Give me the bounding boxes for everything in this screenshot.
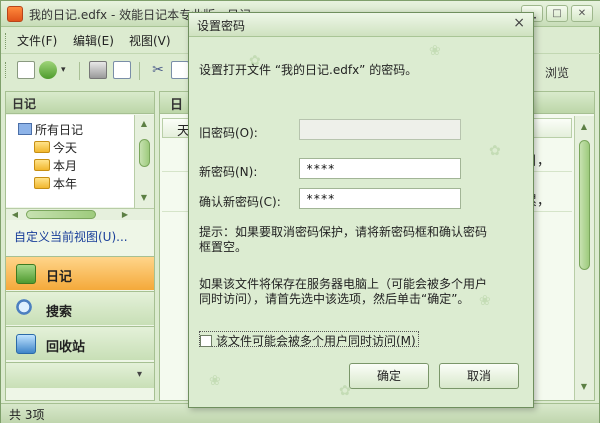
close-icon[interactable]: ✕ bbox=[571, 5, 593, 22]
old-password-field[interactable] bbox=[299, 119, 461, 140]
scroll-right-icon[interactable]: ▶ bbox=[118, 208, 132, 222]
dialog-title: 设置密码 bbox=[197, 19, 246, 33]
toolbar-separator bbox=[79, 62, 80, 80]
tree-item-today[interactable]: 今天 bbox=[34, 139, 77, 156]
menu-file[interactable]: 文件(F) bbox=[17, 32, 57, 49]
dialog-close-icon[interactable]: × bbox=[513, 15, 525, 31]
scroll-up-icon[interactable]: ▲ bbox=[577, 120, 591, 134]
confirm-password-field[interactable] bbox=[299, 188, 461, 209]
print-icon[interactable] bbox=[89, 61, 107, 79]
nav-diary-button[interactable]: 日记 bbox=[6, 256, 154, 290]
toolbar-separator bbox=[139, 62, 140, 80]
cut-icon[interactable]: ✂ bbox=[149, 61, 167, 79]
scroll-thumb[interactable] bbox=[139, 139, 150, 167]
flower-decoration-icon: ❀ bbox=[209, 373, 221, 389]
tree-vertical-scrollbar[interactable]: ▲ ▼ bbox=[134, 115, 154, 208]
menu-view[interactable]: 视图(V) bbox=[129, 32, 171, 49]
tree-item-month[interactable]: 本月 bbox=[34, 157, 77, 174]
multi-user-checkbox-label: 该文件可能会被多个用户同时访问(M) bbox=[216, 334, 416, 348]
new-password-field[interactable] bbox=[299, 158, 461, 179]
folder-icon bbox=[34, 177, 50, 189]
computer-icon bbox=[18, 123, 32, 135]
menu-edit[interactable]: 编辑(E) bbox=[73, 32, 114, 49]
copy-icon[interactable] bbox=[171, 61, 189, 79]
scroll-down-icon[interactable]: ▼ bbox=[137, 191, 151, 205]
print-preview-icon[interactable] bbox=[113, 61, 131, 79]
nav-recycle-button[interactable]: 回收站 bbox=[6, 326, 154, 360]
tree-item-all[interactable]: 所有日记 bbox=[18, 121, 83, 138]
customize-view-link[interactable]: 自定义当前视图(U)... bbox=[14, 228, 128, 245]
butterfly-decoration-icon: ❀ bbox=[429, 43, 441, 59]
flower-decoration-icon: ✿ bbox=[489, 143, 501, 159]
new-document-icon[interactable] bbox=[17, 61, 35, 79]
folder-icon bbox=[34, 141, 50, 153]
old-password-label: 旧密码(O): bbox=[199, 126, 258, 140]
nav-search-button[interactable]: 搜索 bbox=[6, 291, 154, 325]
search-icon bbox=[16, 299, 36, 319]
diary-icon bbox=[16, 264, 36, 284]
checkbox-unchecked-icon[interactable] bbox=[200, 335, 212, 347]
scroll-down-icon[interactable]: ▼ bbox=[577, 380, 591, 394]
open-icon[interactable] bbox=[39, 61, 57, 79]
folder-icon bbox=[34, 159, 50, 171]
browse-label[interactable]: 浏览 bbox=[545, 64, 569, 81]
tree-horizontal-scrollbar[interactable]: ◀ ▶ bbox=[6, 208, 154, 220]
dialog-titlebar: 设置密码 × bbox=[189, 13, 533, 37]
diary-tree: 所有日记 今天 本月 本年 bbox=[6, 115, 134, 207]
recycle-bin-icon bbox=[16, 334, 36, 354]
scroll-left-icon[interactable]: ◀ bbox=[8, 208, 22, 222]
left-navigation-pane: 日记 所有日记 今天 本月 本年 ▲ ▼ ◀ ▶ 自定义当前视图(U)... 日… bbox=[5, 91, 155, 401]
nav-more-chevron-icon[interactable]: ▾ bbox=[6, 362, 154, 388]
scroll-thumb[interactable] bbox=[26, 210, 96, 219]
scroll-up-icon[interactable]: ▲ bbox=[137, 117, 151, 131]
tree-item-year[interactable]: 本年 bbox=[34, 175, 77, 192]
cancel-button[interactable]: 取消 bbox=[439, 363, 519, 389]
multi-user-hint: 如果该文件将保存在服务器电脑上（可能会被多个用户 同时访问），请首先选中该选项，… bbox=[199, 277, 488, 306]
new-password-label: 新密码(N): bbox=[199, 165, 258, 179]
multi-user-checkbox[interactable]: 该文件可能会被多个用户同时访问(M) bbox=[199, 331, 419, 348]
clear-password-hint: 提示：如果要取消密码保护，请将新密码框和确认密码 框置空。 bbox=[199, 225, 488, 254]
left-pane-header: 日记 bbox=[6, 92, 154, 114]
menubar-grip-icon bbox=[5, 33, 8, 49]
ok-button[interactable]: 确定 bbox=[349, 363, 429, 389]
maximize-icon[interactable]: □ bbox=[546, 5, 568, 22]
dropdown-arrow-icon[interactable]: ▾ bbox=[61, 61, 71, 79]
confirm-password-label: 确认新密码(C): bbox=[199, 195, 281, 209]
scroll-thumb[interactable] bbox=[579, 140, 590, 270]
set-password-dialog: ✿ ❀ ✿ ❀ ✿ ❀ 设置密码 × 设置打开文件 “我的日记.edfx” 的密… bbox=[188, 12, 534, 408]
dialog-description: 设置打开文件 “我的日记.edfx” 的密码。 bbox=[199, 63, 418, 77]
toolbar-grip-icon bbox=[5, 62, 8, 78]
list-vertical-scrollbar[interactable]: ▲ ▼ bbox=[574, 116, 594, 400]
app-logo-icon bbox=[7, 6, 23, 22]
